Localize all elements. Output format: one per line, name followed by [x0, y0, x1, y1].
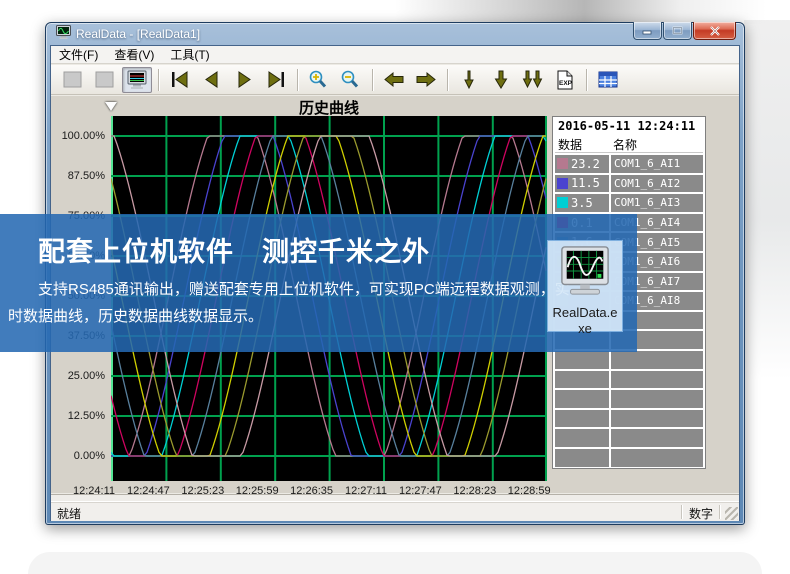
- pan-right-button[interactable]: [411, 67, 441, 93]
- go-next-button[interactable]: [229, 67, 259, 93]
- series-value: 11.5: [571, 176, 600, 190]
- banner-heading: 配套上位机软件 测控千米之外: [38, 230, 430, 269]
- status-ready-text: 就绪: [57, 505, 81, 522]
- zoom-out-button[interactable]: [336, 67, 366, 93]
- export-button[interactable]: EXP: [550, 67, 580, 93]
- down-double-button[interactable]: [518, 67, 548, 93]
- toolbar-separator: [297, 69, 298, 91]
- title-bar[interactable]: RealData - [RealData1]: [50, 23, 740, 45]
- table-row[interactable]: [555, 410, 703, 428]
- status-divider: [681, 505, 683, 519]
- blank-button-2[interactable]: [90, 67, 120, 93]
- down-button[interactable]: [486, 67, 516, 93]
- promo-banner: 配套上位机软件 测控千米之外 支持RS485通讯输出，赠送配套专用上位机软件，可…: [0, 214, 637, 352]
- series-color-swatch: [557, 178, 568, 189]
- go-last-button[interactable]: [261, 67, 291, 93]
- menu-item-2[interactable]: 工具(T): [162, 45, 217, 64]
- series-name: COM1_6_AI3: [611, 194, 703, 212]
- history-curve-button[interactable]: [122, 67, 152, 93]
- pan-left-button[interactable]: [379, 67, 409, 93]
- table-row[interactable]: [555, 371, 703, 389]
- realdata-exe-icon[interactable]: RealData.exe: [547, 240, 623, 332]
- column-header-data: 数据: [555, 136, 609, 152]
- y-tick-label: 25.00%: [53, 370, 105, 382]
- y-tick-label: 100.00%: [53, 130, 105, 142]
- svg-text:EXP: EXP: [559, 80, 573, 87]
- series-value: 3.5: [571, 196, 593, 210]
- blank-button-1[interactable]: [58, 67, 88, 93]
- series-color-swatch: [557, 158, 568, 169]
- maximize-button[interactable]: [663, 22, 692, 40]
- minimize-button[interactable]: [633, 22, 662, 40]
- menu-bar: 文件(F)查看(V)工具(T): [51, 46, 739, 64]
- y-tick-label: 0.00%: [53, 450, 105, 462]
- menu-item-1[interactable]: 查看(V): [106, 45, 162, 64]
- chart-title: 历史曲线: [111, 97, 547, 118]
- go-first-button[interactable]: [165, 67, 195, 93]
- go-prev-button[interactable]: [197, 67, 227, 93]
- down-marker-button[interactable]: [454, 67, 484, 93]
- toolbar-separator: [447, 69, 448, 91]
- y-tick-label: 87.50%: [53, 170, 105, 182]
- table-row[interactable]: [555, 390, 703, 408]
- table-row[interactable]: [555, 429, 703, 447]
- resize-grip[interactable]: [725, 507, 738, 520]
- status-mode-text: 数字: [689, 505, 713, 522]
- app-monitor-icon: [56, 25, 71, 44]
- data-table-button[interactable]: [593, 67, 623, 93]
- series-name: COM1_6_AI2: [611, 175, 703, 193]
- table-row[interactable]: [555, 351, 703, 369]
- cursor-marker-icon[interactable]: [105, 102, 117, 111]
- toolbar-separator: [586, 69, 587, 91]
- status-divider: [719, 505, 721, 519]
- cursor-timestamp: 2016-05-11 12:24:11: [555, 119, 703, 136]
- y-tick-label: 12.50%: [53, 410, 105, 422]
- background-photo-top: [0, 0, 790, 24]
- background-bottom-card: [28, 552, 762, 574]
- status-bar: 就绪 数字: [51, 502, 739, 521]
- series-value: 23.2: [571, 157, 600, 171]
- zoom-in-button[interactable]: [304, 67, 334, 93]
- horizontal-scrollbar[interactable]: [51, 494, 739, 502]
- series-color-swatch: [557, 197, 568, 208]
- series-name: COM1_6_AI1: [611, 155, 703, 173]
- background-photo-right: [744, 20, 790, 380]
- close-button[interactable]: [693, 22, 736, 40]
- toolbar-separator: [372, 69, 373, 91]
- table-row[interactable]: 11.5 COM1_6_AI2: [555, 175, 703, 193]
- menu-item-0[interactable]: 文件(F): [51, 45, 106, 64]
- column-header-name: 名称: [609, 136, 703, 152]
- window-title: RealData - [RealData1]: [76, 27, 200, 41]
- page: RealData - [RealData1] 文件(F)查看(V)工具(T): [0, 0, 790, 574]
- table-row[interactable]: 3.5 COM1_6_AI3: [555, 194, 703, 212]
- monitor-curve-icon: [556, 246, 614, 303]
- data-panel-header: 数据 名称: [555, 136, 703, 153]
- table-row[interactable]: 23.2 COM1_6_AI1: [555, 155, 703, 173]
- toolbar: EXP: [51, 65, 739, 95]
- caption-buttons: [632, 22, 736, 40]
- table-row[interactable]: [555, 449, 703, 467]
- banner-body: 支持RS485通讯输出，赠送配套专用上位机软件，可实现PC端远程数据观测，实时数…: [8, 276, 578, 330]
- desktop-icon-label: RealData.exe: [550, 305, 620, 337]
- toolbar-separator: [158, 69, 159, 91]
